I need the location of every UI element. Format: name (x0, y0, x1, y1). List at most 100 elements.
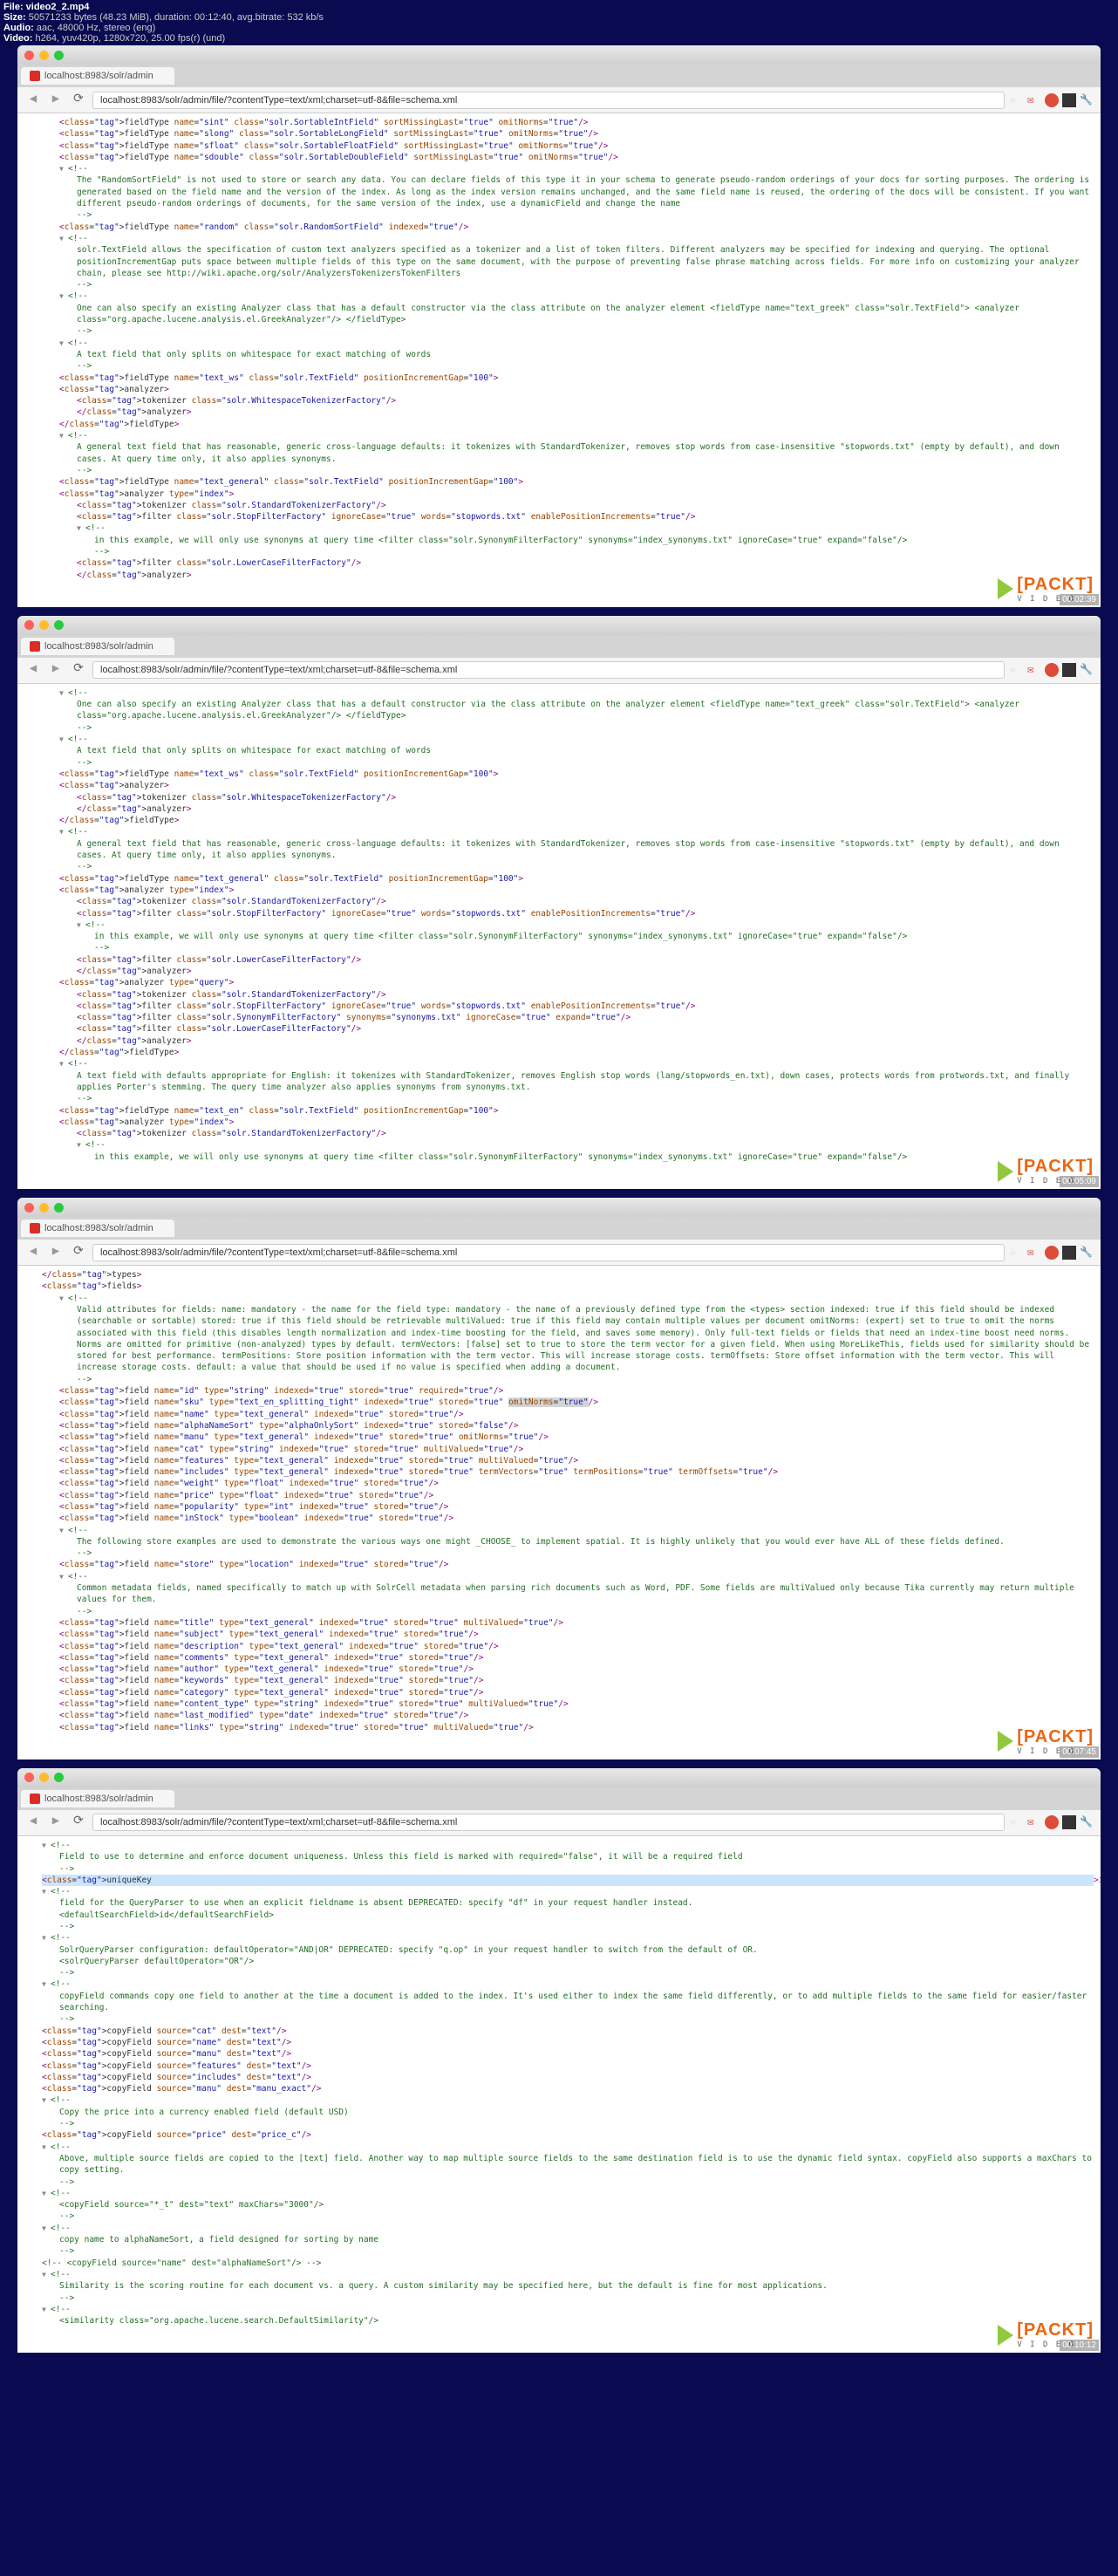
bookmark-icon[interactable]: ☆ (1010, 93, 1024, 107)
code-line[interactable]: A text field that only splits on whitesp… (24, 349, 1094, 360)
code-line[interactable]: ▼<!-- (24, 2269, 1094, 2280)
code-line[interactable]: One can also specify an existing Analyze… (24, 699, 1094, 722)
code-line[interactable]: --> (24, 1093, 1094, 1104)
code-line[interactable]: <class="tag">field name="weight" type="f… (24, 1478, 1094, 1489)
code-line[interactable]: <class="tag">field name="last_modified" … (24, 1710, 1094, 1721)
code-line[interactable]: ▼<!-- (24, 1840, 1094, 1851)
code-line[interactable]: <class="tag">fieldType name="text_ws" cl… (24, 769, 1094, 780)
code-line[interactable]: <class="tag">field name="alphaNameSort" … (24, 1420, 1094, 1431)
code-line[interactable]: ▼<!-- (24, 687, 1094, 699)
google-ext-icon[interactable] (1045, 1815, 1059, 1829)
close-icon[interactable] (24, 1773, 34, 1782)
code-line[interactable]: --> (24, 2210, 1094, 2222)
code-line[interactable]: <class="tag">filter class="solr.SynonymF… (24, 1012, 1094, 1023)
reload-icon[interactable]: ⟳ (70, 92, 87, 109)
reload-icon[interactable]: ⟳ (70, 1244, 87, 1261)
code-line[interactable]: <class="tag">field name="store" type="lo… (24, 1559, 1094, 1570)
code-line[interactable]: <class="tag">fieldType name="text_genera… (24, 476, 1094, 488)
code-line[interactable]: --> (24, 2292, 1094, 2304)
back-icon[interactable]: ◀ (24, 661, 42, 679)
reload-icon[interactable]: ⟳ (70, 661, 87, 679)
maximize-icon[interactable] (54, 1203, 64, 1213)
code-line[interactable]: --> (24, 1606, 1094, 1617)
code-line[interactable]: ▼<!-- (24, 1293, 1094, 1304)
xml-viewer[interactable]: </class="tag">types><class="tag">fields>… (17, 1266, 1101, 1759)
code-line[interactable]: ▼<!-- (24, 2304, 1094, 2315)
browser-tab[interactable]: localhost:8983/solr/admin (21, 638, 174, 655)
code-line[interactable]: <class="tag">fieldType name="sint" class… (24, 117, 1094, 128)
code-line[interactable]: ▼<!-- (24, 2142, 1094, 2153)
code-line[interactable]: ▼<!-- (24, 734, 1094, 745)
code-line[interactable]: <class="tag">field name="comments" type=… (24, 1652, 1094, 1664)
maximize-icon[interactable] (54, 1773, 64, 1782)
code-line[interactable]: </class="tag">analyzer> (24, 570, 1094, 581)
code-line[interactable]: <class="tag">field name="popularity" typ… (24, 1501, 1094, 1513)
code-line[interactable]: <class="tag">analyzer> (24, 384, 1094, 395)
code-line[interactable]: <class="tag">tokenizer class="solr.White… (24, 792, 1094, 803)
url-input[interactable]: localhost:8983/solr/admin/file/?contentT… (92, 92, 1005, 109)
code-line[interactable]: ▼<!-- (24, 163, 1094, 174)
close-icon[interactable] (24, 1203, 34, 1213)
code-line[interactable]: --> (24, 209, 1094, 221)
bookmark-icon[interactable]: ☆ (1010, 1815, 1024, 1829)
code-line[interactable]: ▼<!-- (24, 1571, 1094, 1582)
code-line[interactable]: ▼<!-- (24, 2223, 1094, 2234)
code-line[interactable]: <class="tag">field name="manu" type="tex… (24, 1431, 1094, 1443)
xml-viewer[interactable]: ▼<!--Field to use to determine and enfor… (17, 1836, 1101, 2353)
code-line[interactable]: ▼<!-- (24, 1525, 1094, 1536)
code-line[interactable]: </class="tag">fieldType> (24, 1047, 1094, 1058)
code-line[interactable]: A general text field that has reasonable… (24, 838, 1094, 862)
code-line[interactable]: <class="tag">filter class="solr.StopFilt… (24, 511, 1094, 523)
code-line[interactable]: <class="tag">field name="category" type=… (24, 1687, 1094, 1698)
code-line[interactable]: ▼<!-- (24, 1886, 1094, 1897)
code-line[interactable]: <!-- <copyField source="name" dest="alph… (24, 2258, 1094, 2269)
code-line[interactable]: SolrQueryParser configuration: defaultOp… (24, 1944, 1094, 1956)
code-line[interactable]: <class="tag">filter class="solr.StopFilt… (24, 908, 1094, 919)
mail-ext-icon[interactable]: ✉ (1027, 93, 1041, 107)
code-line[interactable]: in this example, we will only use synony… (24, 931, 1094, 942)
code-line[interactable]: --> (24, 465, 1094, 476)
xml-viewer[interactable]: ▼<!--One can also specify an existing An… (17, 684, 1101, 1189)
code-line[interactable]: <class="tag">analyzer type="index"> (24, 489, 1094, 500)
code-line[interactable]: ▼<!-- (24, 2094, 1094, 2106)
code-line[interactable]: <class="tag">field name="sku" type="text… (24, 1397, 1094, 1408)
code-line[interactable]: ▼<!-- (24, 826, 1094, 837)
code-line[interactable]: <defaultSearchField>id</defaultSearchFie… (24, 1910, 1094, 1921)
code-line[interactable]: <class="tag">fieldType name="random" cla… (24, 222, 1094, 233)
ext-icon[interactable] (1062, 663, 1076, 677)
code-line[interactable]: Valid attributes for fields: name: manda… (24, 1304, 1094, 1374)
code-line[interactable]: ▼<!-- (24, 1058, 1094, 1069)
code-line[interactable]: --> (24, 861, 1094, 872)
forward-icon[interactable]: ▶ (47, 1244, 65, 1261)
code-line[interactable]: <class="tag">tokenizer class="solr.Stand… (24, 1128, 1094, 1139)
code-line[interactable]: </class="tag">analyzer> (24, 407, 1094, 418)
code-line[interactable]: ▼<!-- (24, 1139, 1094, 1151)
code-line[interactable]: Above, multiple source fields are copied… (24, 2153, 1094, 2176)
code-line[interactable]: <class="tag">analyzer type="index"> (24, 885, 1094, 896)
code-line[interactable]: </class="tag">analyzer> (24, 1035, 1094, 1047)
url-input[interactable]: localhost:8983/solr/admin/file/?contentT… (92, 1814, 1005, 1831)
xml-viewer[interactable]: <class="tag">fieldType name="sint" class… (17, 113, 1101, 607)
code-line[interactable]: ▼<!-- (24, 523, 1094, 534)
minimize-icon[interactable] (39, 620, 49, 630)
code-line[interactable]: Field to use to determine and enforce do… (24, 1851, 1094, 1862)
code-line[interactable]: ▼<!-- (24, 1978, 1094, 1990)
code-line[interactable]: <class="tag">tokenizer class="solr.White… (24, 395, 1094, 407)
code-line[interactable]: --> (24, 942, 1094, 953)
code-line[interactable]: <class="tag">copyField source="cat" dest… (24, 2026, 1094, 2037)
code-line[interactable]: ▼<!-- (24, 430, 1094, 441)
google-ext-icon[interactable] (1045, 663, 1059, 677)
code-line[interactable]: <class="tag">copyField source="features"… (24, 2060, 1094, 2072)
ext-icon[interactable] (1062, 93, 1076, 107)
minimize-icon[interactable] (39, 1773, 49, 1782)
browser-tab[interactable]: localhost:8983/solr/admin (21, 1790, 174, 1807)
code-line[interactable]: <class="tag">filter class="solr.LowerCas… (24, 954, 1094, 966)
code-line[interactable]: ▼<!-- (24, 290, 1094, 302)
code-line[interactable]: field for the QueryParser to use when an… (24, 1897, 1094, 1909)
back-icon[interactable]: ◀ (24, 1814, 42, 1831)
code-line[interactable]: <class="tag">field name="price" type="fl… (24, 1490, 1094, 1501)
code-line[interactable]: --> (24, 1863, 1094, 1875)
forward-icon[interactable]: ▶ (47, 661, 65, 679)
settings-icon[interactable]: 🔧 (1080, 1815, 1094, 1829)
code-line[interactable]: ▼<!-- (24, 919, 1094, 931)
